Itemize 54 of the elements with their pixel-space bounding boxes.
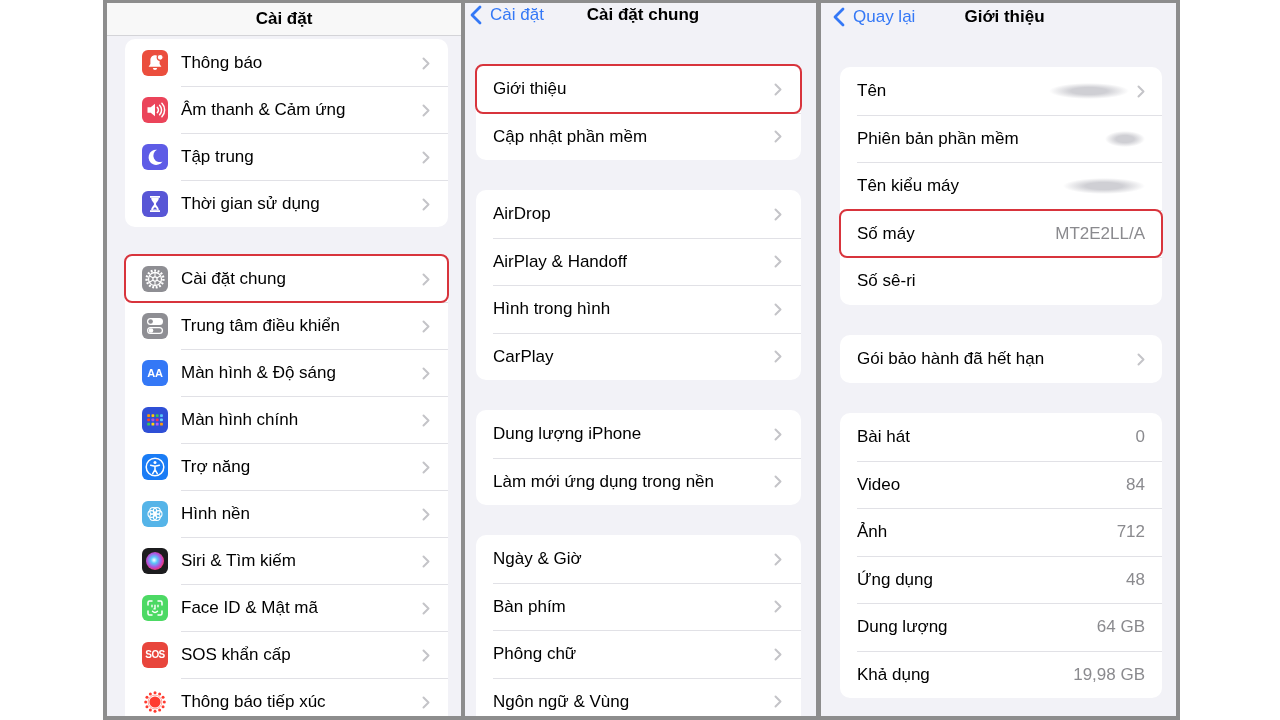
settings-row[interactable]: Bàn phím — [476, 582, 801, 630]
row-label: Video — [857, 474, 901, 495]
settings-row[interactable]: Ngày & Giờ — [476, 535, 801, 583]
settings-row[interactable]: Âm thanh & Cảm ứng — [125, 86, 448, 133]
row-value: 19,98 GB — [1073, 664, 1145, 685]
row-label: Ảnh — [857, 522, 888, 543]
settings-row[interactable]: Trung tâm điều khiển — [125, 302, 448, 349]
settings-row[interactable]: AirDrop — [476, 190, 801, 238]
screen-title: Giới thiệu — [964, 7, 1045, 27]
settings-row[interactable]: Làm mới ứng dụng trong nền — [476, 457, 801, 505]
settings-row[interactable]: Trợ năng — [125, 443, 448, 490]
chevron-left-icon — [833, 7, 845, 27]
row-label: Số máy — [857, 223, 915, 244]
settings-row[interactable]: Cập nhật phần mềm — [476, 112, 801, 160]
back-button[interactable]: Quay lại — [833, 7, 916, 27]
row-value: 0 — [1135, 427, 1145, 448]
row-label: Dung lượng — [857, 617, 948, 638]
text-size-icon: AA — [142, 359, 168, 386]
row-label: Ứng dụng — [857, 569, 933, 590]
settings-row[interactable]: Gói bảo hành đã hết hạn — [840, 335, 1162, 383]
settings-row[interactable]: Hình trong hình — [476, 285, 801, 333]
row-label: Khả dụng — [857, 664, 930, 685]
row-value: 64 GB — [1096, 617, 1145, 638]
row-label: Bài hát — [857, 427, 910, 448]
settings-row[interactable]: CarPlay — [476, 332, 801, 380]
settings-row[interactable]: Giới thiệu — [476, 65, 801, 113]
settings-row[interactable]: Dung lượng iPhone — [476, 410, 801, 458]
screen-title: Cài đặt — [255, 9, 313, 29]
row-value: MT2E2LL/A — [1055, 223, 1145, 244]
settings-row[interactable]: Thông báo — [125, 39, 448, 86]
sos-icon: SOS — [142, 641, 168, 668]
row-label: Tên kiểu máy — [857, 176, 960, 197]
settings-row[interactable]: Thông báo tiếp xúc — [125, 678, 448, 716]
settings-row[interactable]: AirPlay & Handoff — [476, 237, 801, 285]
settings-row[interactable]: SOS SOS khẩn cấp — [125, 631, 448, 678]
row-value: 712 — [1116, 522, 1145, 543]
settings-row[interactable]: Màn hình chính — [125, 396, 448, 443]
settings-row[interactable]: Ngôn ngữ & Vùng — [476, 677, 801, 716]
settings-row[interactable]: Tập trung — [125, 133, 448, 180]
settings-row[interactable]: Tên — [840, 67, 1162, 115]
back-button[interactable]: Cài đặt — [470, 5, 544, 25]
settings-row[interactable]: Hình nền — [125, 490, 448, 537]
settings-row[interactable]: Thời gian sử dụng — [125, 180, 448, 227]
settings-row[interactable]: AA Màn hình & Độ sáng — [125, 349, 448, 396]
row-label: Số sê-ri — [857, 271, 916, 292]
row-value: 84 — [1126, 474, 1145, 495]
settings-row[interactable]: Siri & Tìm kiếm — [125, 537, 448, 584]
row-label: Phiên bản phần mềm — [857, 128, 1019, 149]
chevron-left-icon — [470, 5, 482, 25]
settings-row[interactable]: Cài đặt chung — [125, 255, 448, 302]
row-value: 48 — [1126, 569, 1145, 590]
settings-row[interactable]: Phông chữ — [476, 630, 801, 678]
settings-row[interactable]: Face ID & Mật mã — [125, 584, 448, 631]
screen-title: Cài đặt chung — [586, 5, 700, 25]
